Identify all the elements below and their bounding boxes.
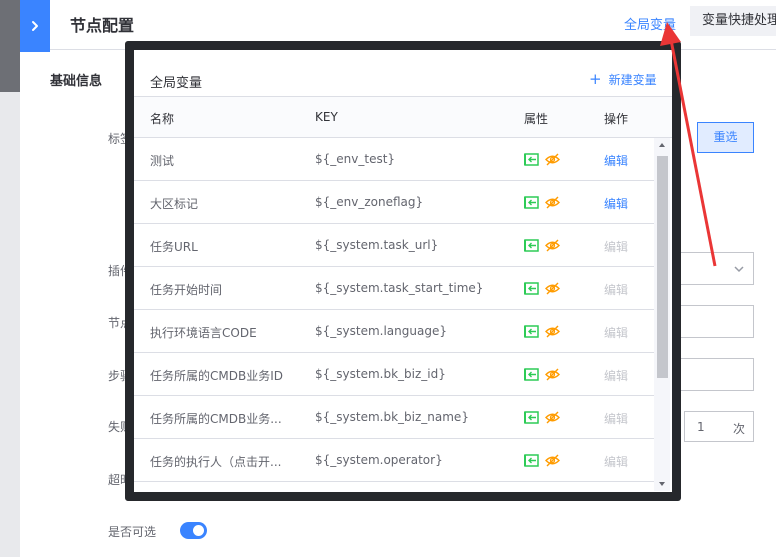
global-variables-link[interactable]: 全局变量 <box>624 14 676 33</box>
table-row: 任务的执行人（点击开... ${_system.operator} 编辑 <box>134 439 654 482</box>
variable-name: 测试 <box>150 154 175 168</box>
column-header-attr: 属性 <box>524 112 549 126</box>
input-icon <box>524 411 539 424</box>
variable-attributes <box>524 325 560 338</box>
variable-key: ${_system.operator} <box>315 453 443 467</box>
variable-quick-process-button[interactable]: 变量快捷处理 <box>690 6 776 36</box>
eye-off-icon <box>545 454 560 467</box>
variable-attributes <box>524 411 560 424</box>
plus-icon: + <box>589 70 602 88</box>
variable-key: ${_system.bk_biz_name} <box>315 410 469 424</box>
column-header-key: KEY <box>315 110 338 124</box>
page-title: 节点配置 <box>70 16 135 35</box>
global-variables-popup: 全局变量 + 新建变量 名称 KEY 属性 操作 测试 ${_env_test} 编… <box>125 41 681 501</box>
input-icon <box>524 454 539 467</box>
scroll-up-arrow[interactable] <box>659 143 665 147</box>
input-icon <box>524 282 539 295</box>
variable-attributes <box>524 153 560 166</box>
retry-count-value: 1 <box>697 420 705 434</box>
variable-key: ${_env_zoneflag} <box>315 195 424 209</box>
table-header: 名称 KEY 属性 操作 <box>134 96 672 138</box>
scroll-down-arrow[interactable] <box>659 482 665 486</box>
eye-off-icon <box>545 239 560 252</box>
eye-off-icon <box>545 282 560 295</box>
eye-off-icon <box>545 153 560 166</box>
scrollbar[interactable] <box>654 138 670 491</box>
eye-off-icon <box>545 325 560 338</box>
edit-button[interactable]: 编辑 <box>604 152 628 169</box>
chevron-down-icon <box>734 266 744 273</box>
scrollbar-thumb[interactable] <box>657 156 668 378</box>
table-row: 任务所属的CMDB业务ID ${_system.bk_biz_id} 编辑 <box>134 353 654 396</box>
table-row: 任务所属的CMDB业务... ${_system.bk_biz_name} 编辑 <box>134 396 654 439</box>
variable-name: 任务开始时间 <box>150 283 223 297</box>
variable-attributes <box>524 454 560 467</box>
input-icon <box>524 196 539 209</box>
input-icon <box>524 325 539 338</box>
chevron-right-icon <box>32 21 38 31</box>
edit-button: 编辑 <box>604 283 629 297</box>
table-row: 任务开始时间 ${_system.task_start_time} 编辑 <box>134 267 654 310</box>
variable-name: 任务所属的CMDB业务... <box>150 412 282 426</box>
edit-button: 编辑 <box>604 412 629 426</box>
variable-attributes <box>524 196 560 209</box>
plugin-select[interactable] <box>680 252 754 285</box>
table-row: 执行环境语言CODE ${_system.language} 编辑 <box>134 310 654 353</box>
variable-attributes <box>524 282 560 295</box>
side-strip <box>0 0 20 557</box>
edit-button: 编辑 <box>604 240 629 254</box>
table-row: 测试 ${_env_test} 编辑 <box>134 138 654 181</box>
variable-name: 任务所属的CMDB业务ID <box>150 369 283 383</box>
input-icon <box>524 368 539 381</box>
variable-name: 任务的执行人（点击开... <box>150 455 282 469</box>
step-name-input[interactable] <box>680 358 754 391</box>
popup-title: 全局变量 <box>150 76 203 91</box>
column-header-name: 名称 <box>150 112 175 126</box>
edit-button[interactable]: 编辑 <box>604 195 628 212</box>
column-header-op: 操作 <box>604 112 629 126</box>
variable-key: ${_system.bk_biz_id} <box>315 367 446 381</box>
edit-button: 编辑 <box>604 369 629 383</box>
form-label-optional: 是否可选 <box>108 525 157 539</box>
edit-button: 编辑 <box>604 326 629 340</box>
table-row: 任务URL ${_system.task_url} 编辑 <box>134 224 654 267</box>
input-icon <box>524 239 539 252</box>
section-title-basic-info: 基础信息 <box>50 74 103 89</box>
collapse-panel-button[interactable] <box>20 0 50 52</box>
variable-attributes <box>524 368 560 381</box>
variable-key: ${_system.task_url} <box>315 238 439 252</box>
variable-attributes <box>524 239 560 252</box>
table-row: 大区标记 ${_env_zoneflag} 编辑 <box>134 181 654 224</box>
retry-count-input[interactable]: 1 次 <box>684 411 754 442</box>
eye-off-icon <box>545 411 560 424</box>
variable-name: 大区标记 <box>150 197 199 211</box>
variable-name: 执行环境语言CODE <box>150 326 257 340</box>
new-variable-button[interactable]: + 新建变量 <box>589 71 657 88</box>
variable-key: ${_system.language} <box>315 324 447 338</box>
reselect-button[interactable]: 重选 <box>697 122 754 153</box>
retry-count-unit: 次 <box>732 422 745 436</box>
edit-button: 编辑 <box>604 455 629 469</box>
variable-key: ${_env_test} <box>315 152 396 166</box>
optional-toggle[interactable] <box>180 522 207 539</box>
variable-key: ${_system.task_start_time} <box>315 281 484 295</box>
node-name-input[interactable] <box>680 305 754 338</box>
input-icon <box>524 153 539 166</box>
variable-name: 任务URL <box>150 240 198 254</box>
eye-off-icon <box>545 368 560 381</box>
new-variable-label: 新建变量 <box>608 73 657 87</box>
eye-off-icon <box>545 196 560 209</box>
